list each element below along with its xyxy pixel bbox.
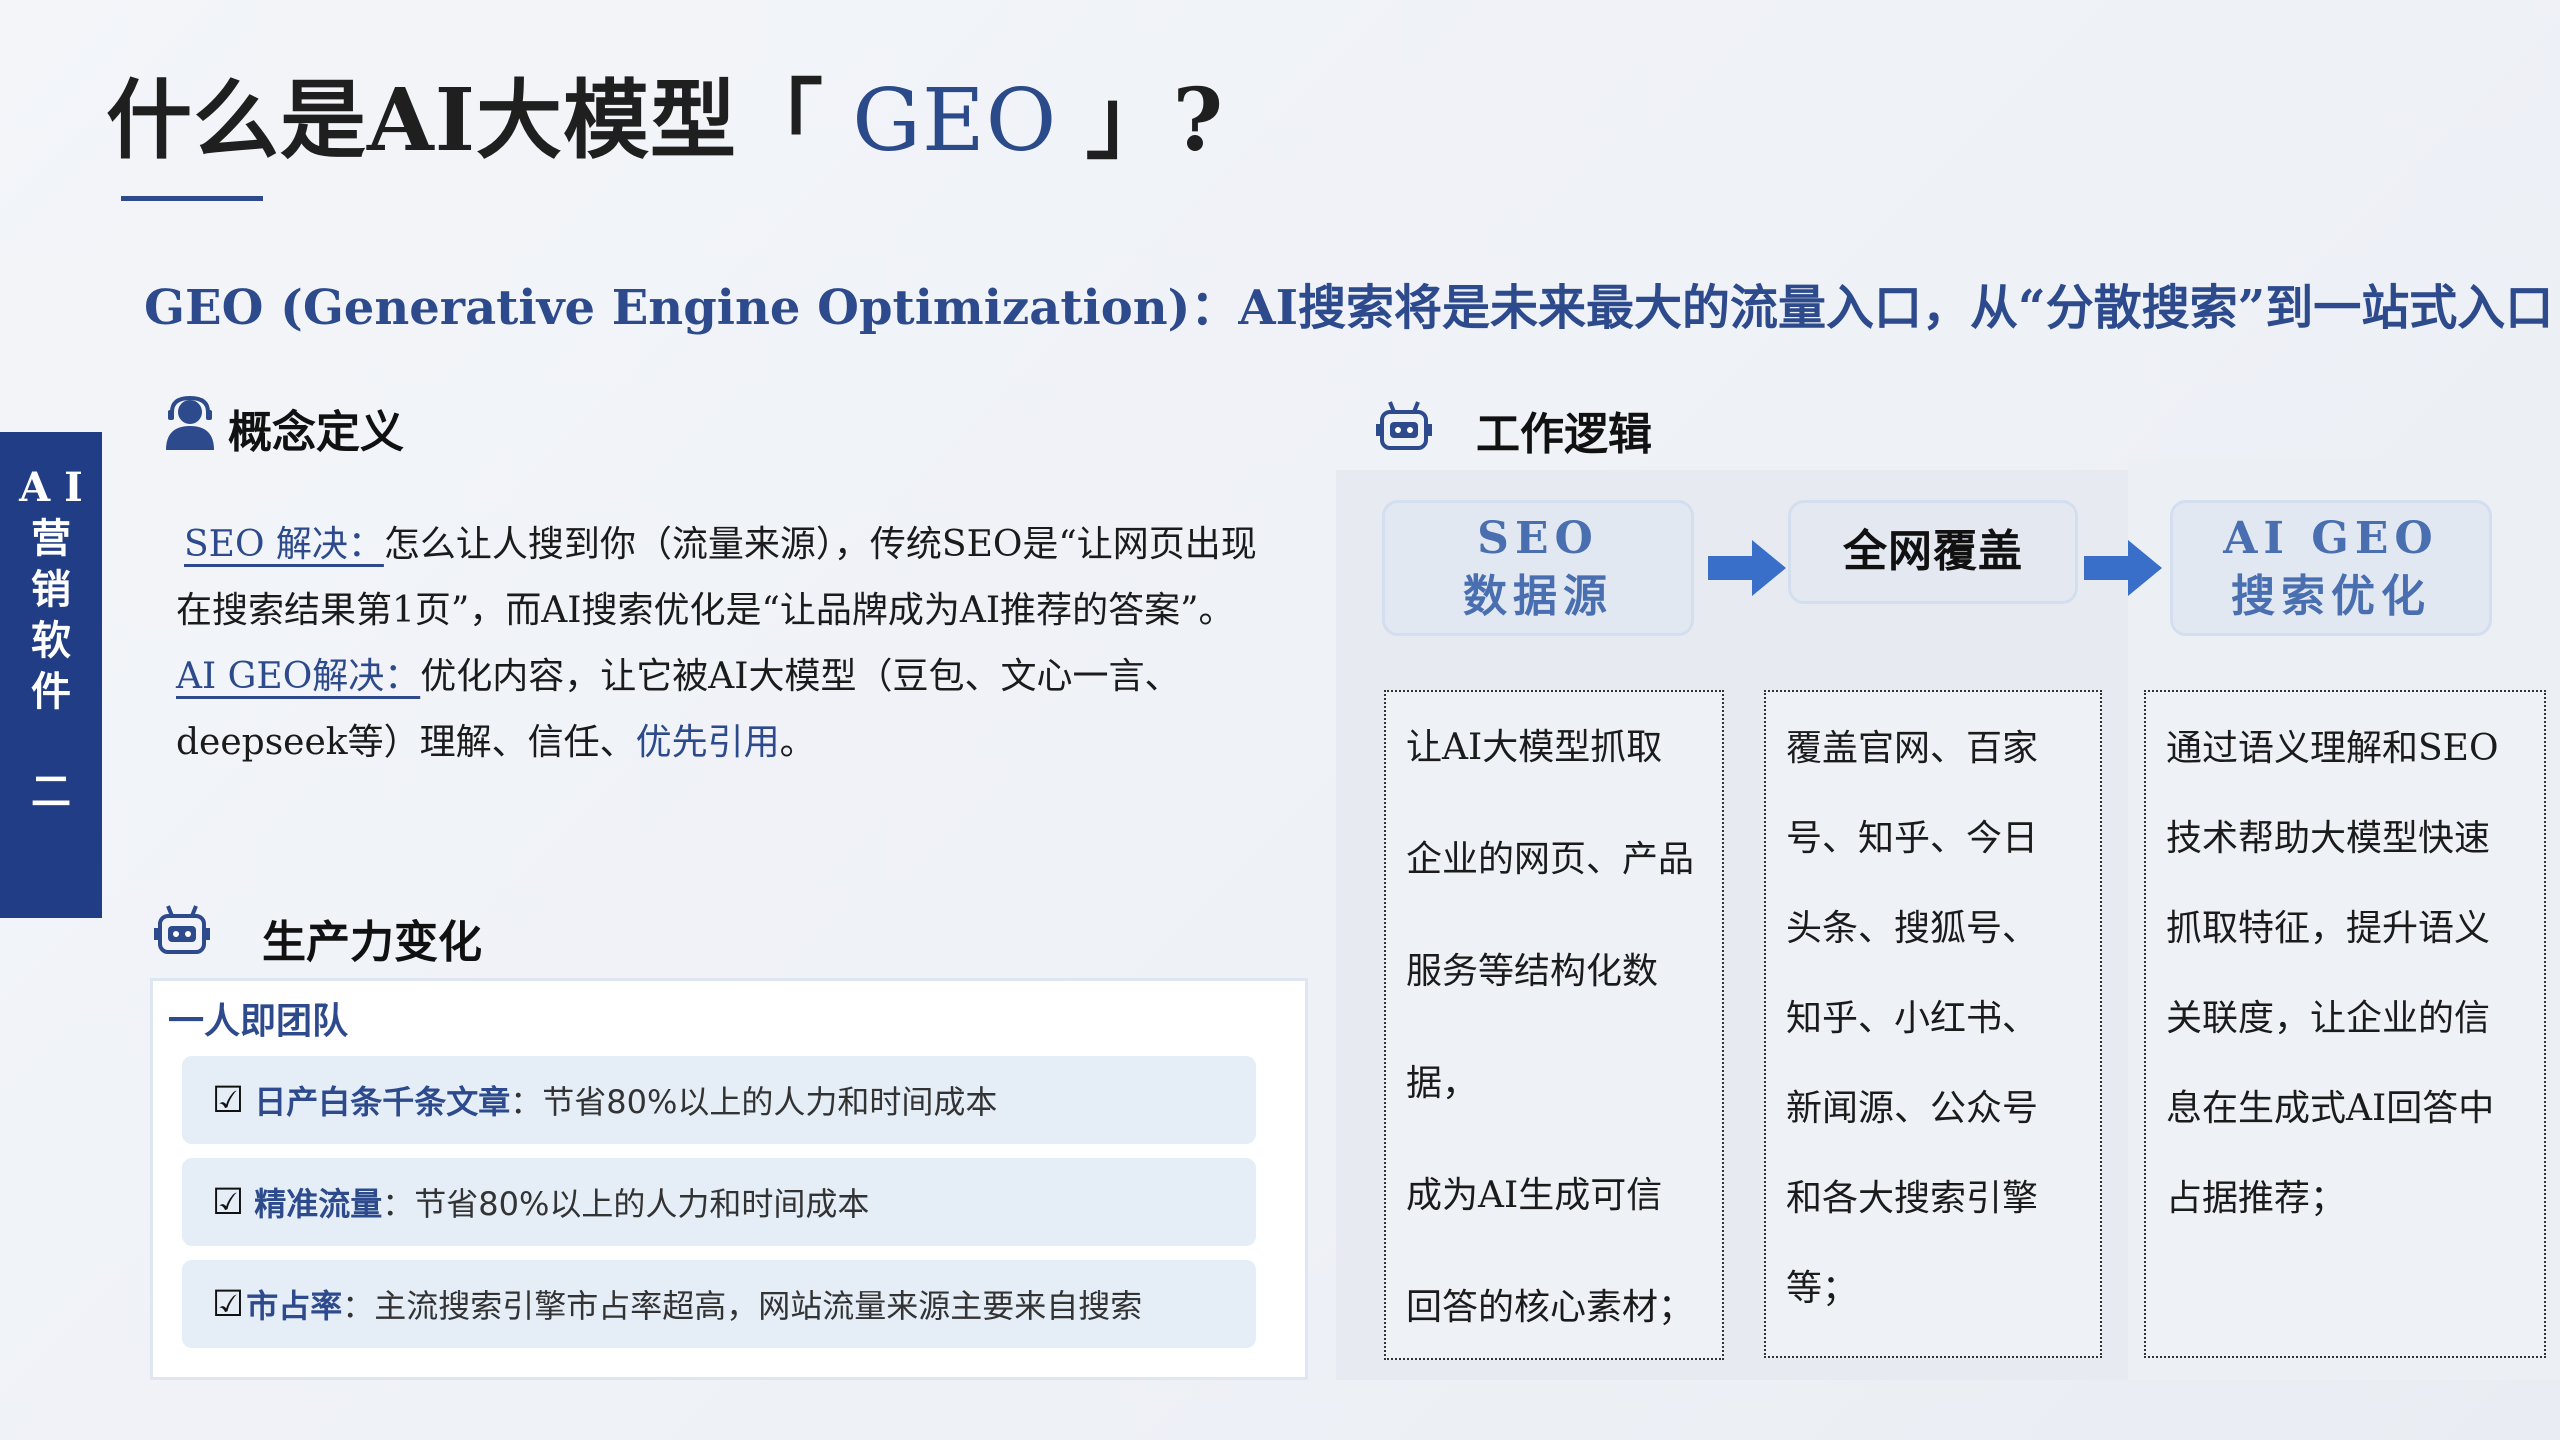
- sidetab-char: 软: [31, 617, 71, 664]
- sidetab-number: 二: [31, 768, 71, 815]
- desc-line: 成为AI生成可信: [1406, 1175, 1663, 1216]
- item-key: 市占率: [246, 1287, 343, 1325]
- title-underline: [121, 196, 263, 201]
- productivity-item: ☑ 市占率 ：主流搜索引擎市占率超高，网站流量来源主要来自搜索: [182, 1260, 1256, 1348]
- desc-line: 回答的核心素材；: [1406, 1287, 1695, 1328]
- description-box: 让AI大模型抓取 企业的网页、产品 服务等结构化数据， 成为AI生成可信 回答的…: [1384, 690, 1724, 1360]
- item-text: ：节省80%以上的人力和时间成本: [510, 1083, 998, 1121]
- subtitle: GEO (Generative Engine Optimization)：AI搜…: [144, 280, 2554, 336]
- stage-seo: SEO 数据源: [1382, 500, 1694, 636]
- checkbox-icon: ☑: [212, 1181, 245, 1223]
- desc-line: 服务等结构化数据，: [1406, 951, 1659, 1104]
- productivity-item: ☑ 日产白条千条文章 ：节省80%以上的人力和时间成本: [182, 1056, 1256, 1144]
- section-side-tab: A I 营 销 软 件 二: [0, 432, 102, 918]
- concept-paragraph: SEO 解决：怎么让人搜到你（流量来源），传统SEO是“让网页出现在搜索结果第1…: [176, 512, 1276, 776]
- concept-heading: 概念定义: [228, 407, 404, 458]
- seo-label: SEO 解决：: [184, 524, 384, 565]
- desc-line: 占据推荐；: [2166, 1178, 2347, 1219]
- stage-coverage: 全网覆盖: [1788, 500, 2078, 604]
- robot-icon: [152, 900, 212, 960]
- description-box: 覆盖官网、百家 号、知乎、今日 头条、搜狐号、 知乎、小红书、 新闻源、公众号 …: [1764, 690, 2102, 1358]
- productivity-box-title: 一人即团队: [168, 1000, 349, 1042]
- desc-line: 知乎、小红书、: [1786, 998, 2039, 1039]
- desc-line: 抓取特征，提升语义: [2166, 908, 2491, 949]
- item-text: ：主流搜索引擎市占率超高，网站流量来源主要来自搜索: [342, 1287, 1143, 1325]
- stage-line1: 全网覆盖: [1843, 526, 2023, 577]
- geo-label: AI GEO解决：: [176, 656, 421, 697]
- stage-line1: AI GEO: [2223, 513, 2439, 564]
- productivity-item: ☑ 精准流量 ：节省80%以上的人力和时间成本: [182, 1158, 1256, 1246]
- desc-line: 和各大搜索引擎: [1786, 1178, 2039, 1219]
- desc-line: 等；: [1786, 1268, 1859, 1309]
- title-geo: GEO: [823, 71, 1086, 171]
- item-key: 日产白条千条文章: [254, 1083, 511, 1121]
- page-title: 什么是AI大模型「 GEO 」?: [106, 50, 1224, 175]
- checkbox-icon: ☑: [212, 1283, 245, 1325]
- desc-line: 头条、搜狐号、: [1786, 908, 2039, 949]
- sidetab-char: A I: [19, 464, 83, 511]
- desc-line: 新闻源、公众号: [1786, 1088, 2039, 1129]
- arrow-right-icon: [2084, 536, 2164, 600]
- sidetab-char: 件: [31, 668, 71, 715]
- logic-heading: 工作逻辑: [1476, 409, 1652, 460]
- desc-line: 企业的网页、产品: [1406, 839, 1695, 880]
- description-box: 通过语义理解和SEO 技术帮助大模型快速 抓取特征，提升语义 关联度，让企业的信…: [2144, 690, 2546, 1358]
- checkbox-icon: ☑: [212, 1079, 245, 1121]
- geo-highlight: 优先引用: [635, 722, 780, 763]
- sidetab-char: 销: [31, 566, 71, 613]
- desc-line: 关联度，让企业的信: [2166, 998, 2491, 1039]
- robot-icon: [1374, 396, 1434, 456]
- sidetab-char: 营: [31, 515, 71, 562]
- stage-line2: 搜索优化: [2231, 571, 2431, 622]
- item-key: 精准流量: [254, 1185, 383, 1223]
- stage-line1: SEO: [1477, 513, 1599, 564]
- title-prefix: 什么是AI大模型「: [106, 70, 824, 171]
- productivity-heading: 生产力变化: [262, 917, 482, 968]
- desc-line: 息在生成式AI回答中: [2166, 1088, 2495, 1129]
- arrow-right-icon: [1708, 536, 1788, 600]
- item-text: ：节省80%以上的人力和时间成本: [382, 1185, 870, 1223]
- desc-line: 让AI大模型抓取: [1406, 727, 1663, 768]
- desc-line: 通过语义理解和SEO: [2166, 728, 2499, 769]
- desc-line: 覆盖官网、百家: [1786, 728, 2039, 769]
- geo-end: 。: [779, 722, 816, 763]
- desc-line: 技术帮助大模型快速: [2166, 818, 2491, 859]
- stage-ai-geo: AI GEO 搜索优化: [2170, 500, 2492, 636]
- person-icon: [158, 396, 222, 452]
- title-suffix: 」?: [1085, 70, 1225, 171]
- desc-line: 号、知乎、今日: [1786, 818, 2039, 859]
- stage-line2: 数据源: [1463, 571, 1613, 622]
